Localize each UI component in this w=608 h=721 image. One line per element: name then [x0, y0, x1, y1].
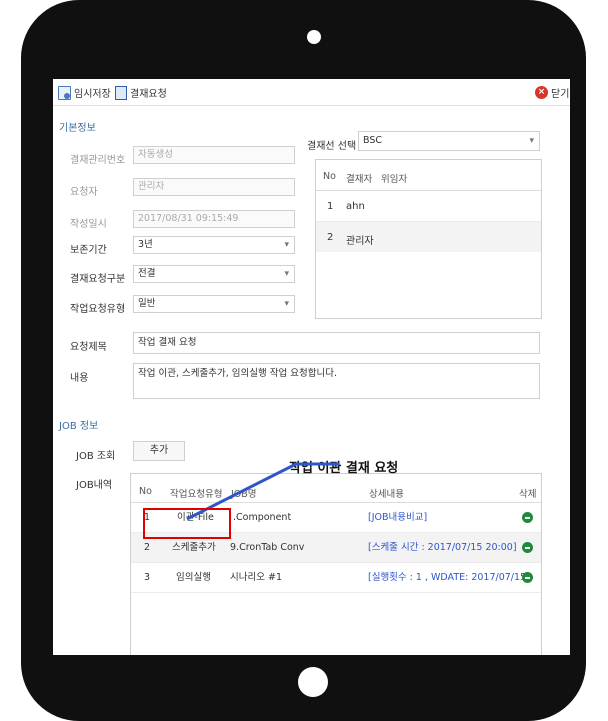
callout-arrow	[186, 462, 339, 521]
highlight-box	[143, 508, 231, 539]
